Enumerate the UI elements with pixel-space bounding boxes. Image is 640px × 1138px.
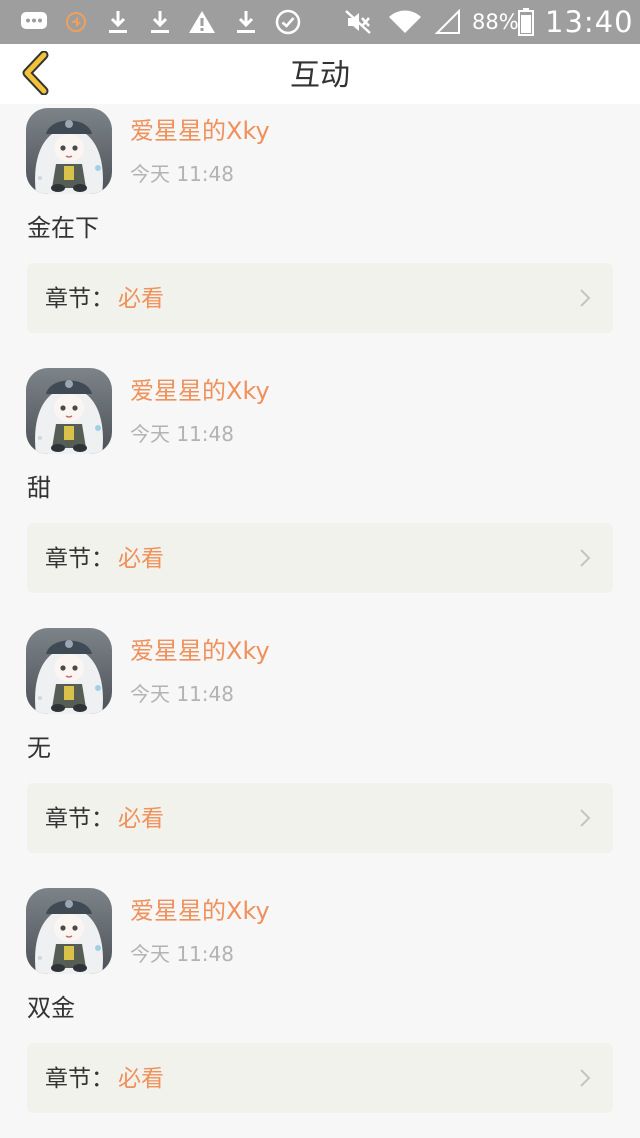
list-item: 爱星星的Xky 今天 11:48 双金 章节： 必看 bbox=[0, 884, 640, 1124]
page-title: 互动 bbox=[290, 58, 350, 93]
download-icon bbox=[232, 8, 260, 36]
battery-icon bbox=[516, 8, 536, 36]
back-button[interactable] bbox=[12, 50, 58, 96]
check-circle-icon bbox=[274, 8, 302, 36]
chapter-link[interactable]: 章节： 必看 bbox=[27, 523, 613, 593]
chevron-left-icon bbox=[22, 51, 49, 95]
chevron-right-icon bbox=[580, 289, 591, 307]
timestamp: 今天 11:48 bbox=[130, 422, 234, 446]
username[interactable]: 爱星星的Xky bbox=[130, 896, 270, 926]
notification-icon bbox=[62, 8, 90, 36]
list-item: 爱星星的Xky 今天 11:48 无 章节： 必看 bbox=[0, 624, 640, 864]
download-icon bbox=[146, 8, 174, 36]
mute-icon bbox=[344, 8, 372, 36]
nav-bar: 互动 bbox=[0, 44, 640, 104]
timestamp: 今天 11:48 bbox=[130, 162, 234, 186]
avatar[interactable] bbox=[26, 108, 112, 194]
comment-text: 金在下 bbox=[27, 214, 99, 242]
username[interactable]: 爱星星的Xky bbox=[130, 116, 270, 146]
chapter-link[interactable]: 章节： 必看 bbox=[27, 783, 613, 853]
chevron-right-icon bbox=[580, 809, 591, 827]
chapter-name: 必看 bbox=[118, 1066, 164, 1092]
chapter-label: 章节： bbox=[45, 286, 114, 312]
chapter-label: 章节： bbox=[45, 546, 114, 572]
chapter-link[interactable]: 章节： 必看 bbox=[27, 263, 613, 333]
download-icon bbox=[104, 8, 132, 36]
timestamp: 今天 11:48 bbox=[130, 682, 234, 706]
comment-text: 无 bbox=[27, 734, 51, 762]
list-item: 爱星星的Xky 今天 11:48 金在下 章节： 必看 bbox=[0, 104, 640, 344]
chapter-label: 章节： bbox=[45, 1066, 114, 1092]
list-item: 爱星星的Xky 今天 11:48 甜 章节： 必看 bbox=[0, 364, 640, 604]
status-bar: 88% 13:40 bbox=[0, 0, 640, 44]
username[interactable]: 爱星星的Xky bbox=[130, 376, 270, 406]
clock: 13:40 bbox=[545, 5, 634, 39]
wifi-icon bbox=[388, 8, 422, 36]
chapter-name: 必看 bbox=[118, 286, 164, 312]
chevron-right-icon bbox=[580, 549, 591, 567]
chapter-label: 章节： bbox=[45, 806, 114, 832]
signal-icon bbox=[434, 8, 462, 36]
chevron-right-icon bbox=[580, 1069, 591, 1087]
avatar[interactable] bbox=[26, 628, 112, 714]
comment-text: 甜 bbox=[27, 474, 51, 502]
comment-text: 双金 bbox=[27, 994, 75, 1022]
chapter-name: 必看 bbox=[118, 806, 164, 832]
chapter-link[interactable]: 章节： 必看 bbox=[27, 1043, 613, 1113]
avatar[interactable] bbox=[26, 368, 112, 454]
timestamp: 今天 11:48 bbox=[130, 942, 234, 966]
chapter-name: 必看 bbox=[118, 546, 164, 572]
username[interactable]: 爱星星的Xky bbox=[130, 636, 270, 666]
chat-icon bbox=[20, 8, 48, 36]
warning-icon bbox=[188, 8, 216, 36]
battery-percent: 88% bbox=[472, 10, 519, 34]
avatar[interactable] bbox=[26, 888, 112, 974]
